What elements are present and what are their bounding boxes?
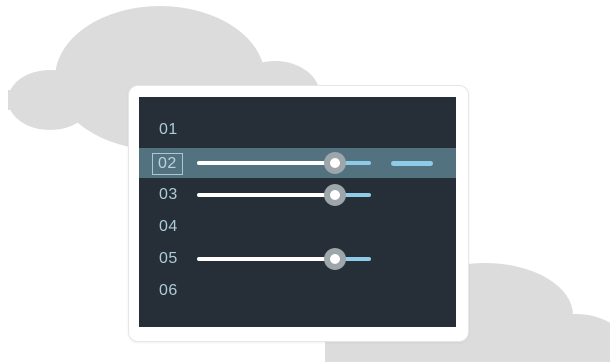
illustration-canvas: 01 02 03 04 05 06 [0, 0, 610, 362]
list-item-04[interactable]: 04 [139, 212, 456, 242]
list-item-01[interactable]: 01 [139, 115, 456, 145]
level-slider[interactable] [197, 248, 377, 270]
list-item-05[interactable]: 05 [139, 244, 456, 274]
level-slider[interactable] [197, 152, 377, 174]
slider-thumb[interactable] [324, 152, 346, 174]
row-number: 04 [159, 218, 178, 235]
row-number: 05 [159, 250, 178, 267]
row-number: 01 [159, 121, 178, 138]
list-item-02[interactable]: 02 [139, 148, 456, 178]
row-number: 06 [159, 282, 178, 299]
row-number: 03 [159, 186, 178, 203]
indicator-dash [391, 161, 433, 166]
list-item-03[interactable]: 03 [139, 180, 456, 210]
slider-fill [197, 257, 333, 261]
channel-list-screen: 01 02 03 04 05 06 [139, 97, 456, 327]
row-number: 02 [152, 153, 183, 175]
slider-thumb[interactable] [324, 248, 346, 270]
slider-thumb[interactable] [324, 184, 346, 206]
list-item-06[interactable]: 06 [139, 276, 456, 306]
slider-fill [197, 193, 333, 197]
slider-fill [197, 161, 333, 165]
level-slider[interactable] [197, 184, 377, 206]
